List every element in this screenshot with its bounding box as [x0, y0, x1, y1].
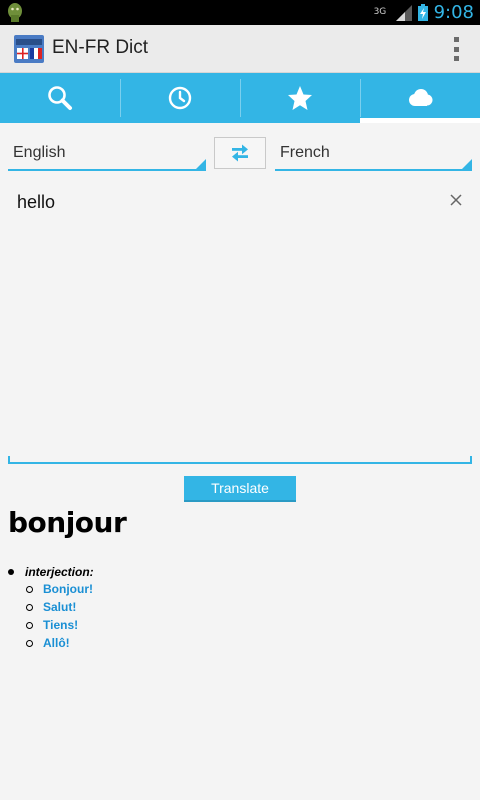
list-item: Bonjour!: [26, 580, 93, 598]
tab-history[interactable]: [120, 73, 240, 123]
signal-icon: 3G: [374, 4, 412, 21]
app-title: EN-FR Dict: [52, 37, 149, 58]
translation-link[interactable]: Bonjour!: [43, 582, 93, 596]
target-language-select[interactable]: French: [275, 137, 472, 173]
swap-arrows-icon: [232, 144, 248, 162]
bullet-icon: [26, 639, 33, 647]
status-bar: 3G 9:08: [0, 0, 480, 25]
target-language-label: French: [280, 144, 330, 161]
overflow-dot: [453, 46, 459, 52]
tab-search[interactable]: [0, 73, 120, 123]
list-item: Salut!: [26, 598, 93, 616]
select-underline: [275, 169, 472, 171]
input-underline: [8, 462, 472, 464]
overflow-dot: [453, 56, 459, 61]
input-underline-tick: [470, 456, 472, 464]
search-icon: [48, 86, 72, 110]
clear-icon[interactable]: [448, 192, 464, 208]
result-headword: bonjour: [8, 506, 127, 539]
android-notification-icon: [8, 3, 22, 22]
swap-languages-button[interactable]: [214, 137, 266, 169]
bullet-icon: [26, 621, 33, 629]
list-item: Tiens!: [26, 616, 93, 634]
translation-list: Bonjour! Salut! Tiens! Allô!: [26, 580, 93, 652]
list-item: Allô!: [26, 634, 93, 652]
app-logo-icon: [14, 35, 44, 63]
translation-link[interactable]: Salut!: [43, 600, 76, 614]
translation-link[interactable]: Tiens!: [43, 618, 78, 632]
network-type: 3G: [373, 6, 387, 17]
dropdown-indicator-icon: [194, 159, 206, 171]
input-text-value[interactable]: hello: [17, 192, 55, 213]
overflow-menu-button[interactable]: [452, 37, 460, 61]
overflow-dot: [453, 37, 459, 42]
part-of-speech-label: interjection:: [25, 565, 94, 579]
input-underline-tick: [8, 456, 10, 464]
source-language-select[interactable]: English: [8, 137, 206, 173]
cloud-icon: [409, 89, 433, 106]
translate-button[interactable]: Translate: [184, 476, 296, 502]
tab-online[interactable]: [360, 73, 480, 123]
action-bar: EN-FR Dict: [0, 25, 480, 73]
battery-icon: [417, 4, 428, 21]
translation-link[interactable]: Allô!: [43, 636, 70, 650]
select-underline: [8, 169, 206, 171]
tab-favorites[interactable]: [240, 73, 360, 123]
text-input-field[interactable]: hello: [8, 182, 472, 464]
star-icon: [288, 86, 312, 110]
bullet-icon: [8, 569, 14, 575]
dropdown-indicator-icon: [460, 159, 472, 171]
tab-bar: [0, 73, 480, 123]
clock-time: 9:08: [433, 2, 474, 23]
bullet-icon: [26, 603, 33, 611]
part-of-speech-item: interjection:: [8, 564, 94, 580]
clock-icon: [168, 86, 192, 110]
bullet-icon: [26, 585, 33, 593]
source-language-label: English: [13, 144, 66, 161]
